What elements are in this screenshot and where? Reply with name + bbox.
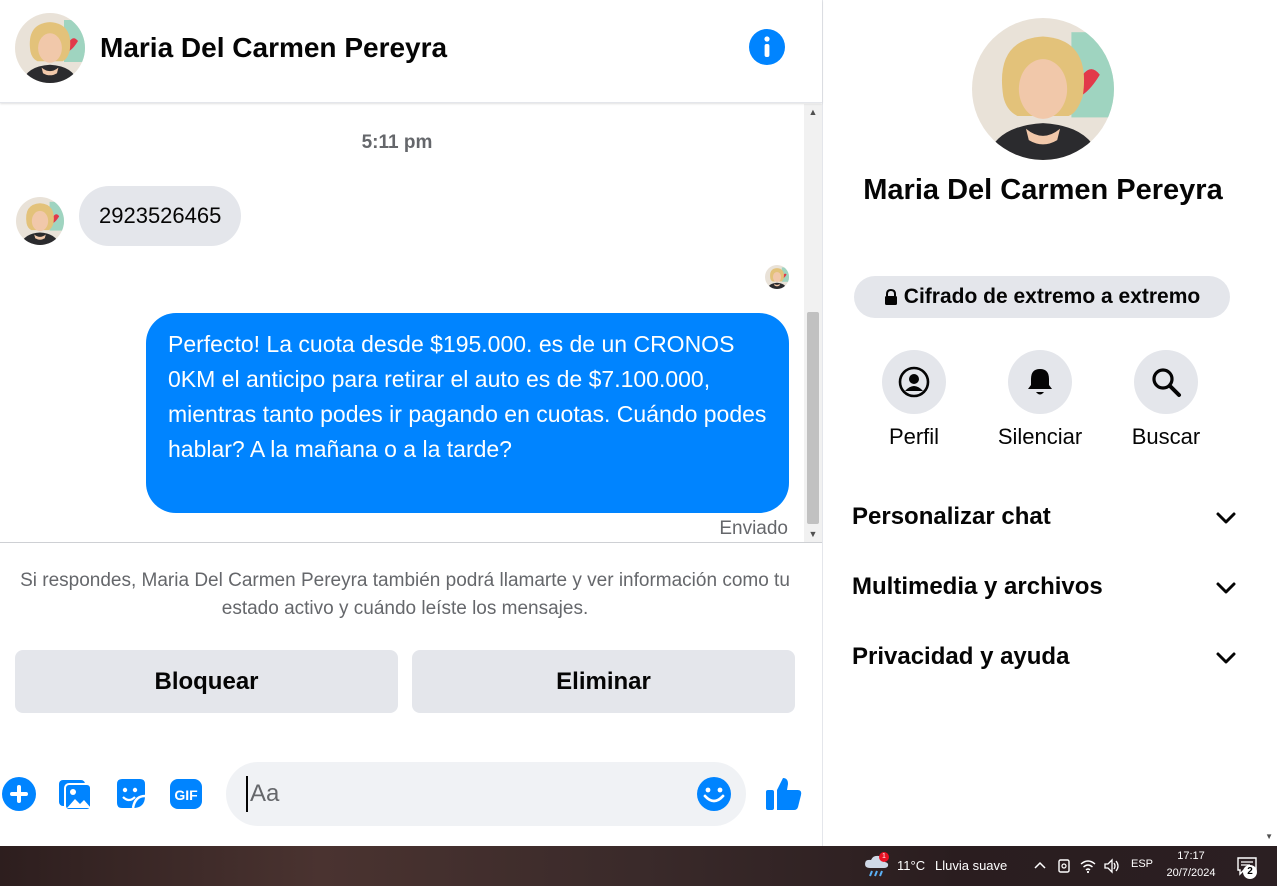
panel-scroll-down-arrow-icon[interactable]: ▼ (1265, 832, 1273, 841)
section-label: Personalizar chat (852, 503, 1051, 530)
chevron-down-icon (1216, 512, 1236, 524)
quick-action-profile[interactable]: Perfil (864, 350, 964, 450)
seen-receipt-avatar (765, 265, 789, 289)
weather-temperature[interactable]: 11°C (897, 858, 925, 873)
message-scrollbar[interactable]: ▲ ▼ (804, 104, 822, 542)
wifi-icon[interactable] (1079, 857, 1097, 875)
clock-date[interactable]: 20/7/2024 (1163, 867, 1219, 879)
chat-header: Maria Del Carmen Pereyra (0, 0, 822, 103)
weather-alert-badge: 1 (879, 852, 889, 862)
divider (0, 542, 822, 543)
bell-icon (1028, 369, 1052, 395)
chat-column: Maria Del Carmen Pereyra 5:11 pm 2923526… (0, 0, 822, 846)
gif-icon[interactable]: GIF (168, 776, 204, 812)
clock-time[interactable]: 17:17 (1163, 850, 1219, 862)
section-media-files[interactable]: Multimedia y archivos (852, 567, 1237, 607)
weather-description[interactable]: Lluvia suave (935, 858, 1007, 873)
volume-icon[interactable] (1103, 857, 1121, 875)
section-privacy-help[interactable]: Privacidad y ayuda (852, 637, 1237, 677)
quick-action-label: Perfil (888, 424, 940, 449)
device-icon[interactable] (1055, 857, 1073, 875)
message-request-notice: Si respondes, Maria Del Carmen Pereyra t… (20, 570, 790, 619)
notification-count-badge: 2 (1243, 865, 1257, 879)
emoji-icon[interactable] (696, 776, 732, 812)
chevron-up-icon[interactable] (1031, 857, 1049, 875)
message-timestamp: 5:11 pm (361, 132, 433, 153)
sticker-icon[interactable] (113, 776, 149, 812)
quick-action-search[interactable]: Buscar (1116, 350, 1216, 450)
quick-action-mute[interactable]: Silenciar (990, 350, 1090, 450)
language-indicator[interactable]: ESP (1131, 858, 1153, 870)
outgoing-message-bubble[interactable]: Perfecto! La cuota desde $195.000. es de… (146, 313, 789, 513)
quick-action-label: Buscar (1131, 424, 1201, 449)
sent-status: Enviado (719, 518, 788, 539)
scroll-down-arrow-icon[interactable]: ▼ (804, 526, 822, 542)
scroll-up-arrow-icon[interactable]: ▲ (804, 104, 822, 120)
panel-contact-name: Maria Del Carmen Pereyra (863, 174, 1223, 206)
quick-action-label: Silenciar (997, 424, 1083, 449)
lock-icon (884, 289, 897, 305)
plus-icon[interactable] (1, 776, 37, 812)
section-label: Privacidad y ayuda (852, 643, 1070, 670)
chevron-down-icon (1216, 582, 1236, 594)
svg-text:GIF: GIF (174, 787, 198, 803)
scroll-thumb[interactable] (807, 312, 819, 524)
contact-name[interactable]: Maria Del Carmen Pereyra (100, 32, 447, 64)
section-customize-chat[interactable]: Personalizar chat (852, 497, 1237, 537)
block-button[interactable]: Bloquear (15, 650, 398, 713)
message-composer[interactable] (226, 762, 746, 826)
contact-avatar[interactable] (15, 13, 85, 83)
delete-button[interactable]: Eliminar (412, 650, 795, 713)
search-icon (1152, 368, 1181, 397)
windows-taskbar: 1 11°C Lluvia suave ESP 17:17 20/7/2024 … (0, 846, 1277, 886)
sender-avatar[interactable] (16, 197, 64, 245)
like-icon[interactable] (764, 774, 804, 814)
message-input[interactable] (246, 776, 686, 812)
section-label: Multimedia y archivos (852, 573, 1103, 600)
message-list: 5:11 pm 2923526465 Perfecto! La cuota de… (0, 104, 804, 542)
chevron-down-icon (1216, 652, 1236, 664)
profile-icon (898, 366, 930, 398)
photo-icon[interactable] (57, 776, 93, 812)
info-icon[interactable] (749, 29, 785, 65)
encryption-badge[interactable]: Cifrado de extremo a extremo (854, 276, 1230, 318)
encryption-label: Cifrado de extremo a extremo (903, 285, 1201, 308)
incoming-message-bubble[interactable]: 2923526465 (79, 186, 242, 246)
conversation-info-panel: Maria Del Carmen Pereyra Cifrado de extr… (822, 0, 1277, 846)
profile-avatar-large[interactable] (972, 18, 1114, 160)
